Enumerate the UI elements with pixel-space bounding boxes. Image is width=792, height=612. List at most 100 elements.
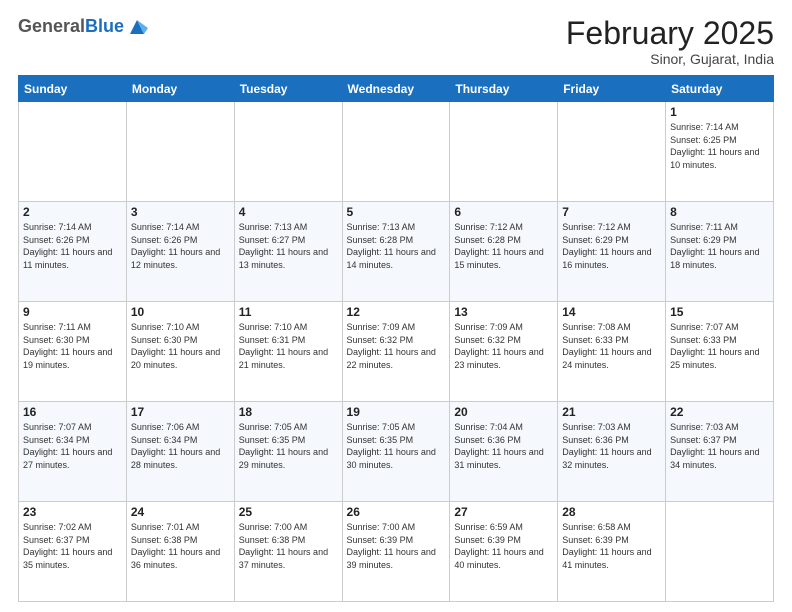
calendar-week-row: 16Sunrise: 7:07 AM Sunset: 6:34 PM Dayli…: [19, 402, 774, 502]
calendar-cell: 13 Sunrise: 7:09 AM Sunset: 6:32 PM Dayli…: [450, 302, 558, 402]
day-number: 6: [454, 205, 553, 219]
calendar-cell: 4 Sunrise: 7:13 AM Sunset: 6:27 PM Daylig…: [234, 202, 342, 302]
day-header-friday: Friday: [558, 76, 666, 102]
day-info: Sunrise: 7:09 AM Sunset: 6:32 PM Dayligh…: [347, 321, 446, 371]
day-info: Sunrise: 6:59 AM Sunset: 6:39 PM Dayligh…: [454, 521, 553, 571]
calendar-cell: 3Sunrise: 7:14 AM Sunset: 6:26 PM Daylig…: [126, 202, 234, 302]
day-number: 15: [670, 305, 769, 319]
calendar-cell: 19Sunrise: 7:05 AM Sunset: 6:35 PM Dayli…: [342, 402, 450, 502]
day-info: Sunrise: 7:08 AM Sunset: 6:33 PM Dayligh…: [562, 321, 661, 371]
day-info: Sunrise: 7:02 AM Sunset: 6:37 PM Dayligh…: [23, 521, 122, 571]
subtitle: Sinor, Gujarat, India: [566, 51, 774, 67]
calendar-cell: 17 Sunrise: 7:06 AM Sunset: 6:34 PM Dayli…: [126, 402, 234, 502]
calendar-cell: 7 Sunrise: 7:12 AM Sunset: 6:29 PM Daylig…: [558, 202, 666, 302]
calendar-cell: [126, 102, 234, 202]
calendar-cell: 24 Sunrise: 7:01 AM Sunset: 6:38 PM Dayli…: [126, 502, 234, 602]
logo-general: General: [18, 16, 85, 36]
day-number: 8: [670, 205, 769, 219]
calendar-cell: 2 Sunrise: 7:14 AM Sunset: 6:26 PM Daylig…: [19, 202, 127, 302]
day-number: 2: [23, 205, 122, 219]
month-title: February 2025: [566, 16, 774, 51]
calendar-header-row: SundayMondayTuesdayWednesdayThursdayFrid…: [19, 76, 774, 102]
day-header-thursday: Thursday: [450, 76, 558, 102]
calendar-cell: 8Sunrise: 7:11 AM Sunset: 6:29 PM Daylig…: [666, 202, 774, 302]
day-info: Sunrise: 7:03 AM Sunset: 6:37 PM Dayligh…: [670, 421, 769, 471]
day-number: 26: [347, 505, 446, 519]
day-number: 22: [670, 405, 769, 419]
day-info: Sunrise: 7:01 AM Sunset: 6:38 PM Dayligh…: [131, 521, 230, 571]
day-info: Sunrise: 6:58 AM Sunset: 6:39 PM Dayligh…: [562, 521, 661, 571]
header: GeneralBlue February 2025 Sinor, Gujarat…: [18, 16, 774, 67]
calendar-week-row: 9 Sunrise: 7:11 AM Sunset: 6:30 PM Daylig…: [19, 302, 774, 402]
calendar-cell: 27Sunrise: 6:59 AM Sunset: 6:39 PM Dayli…: [450, 502, 558, 602]
calendar-cell: 10 Sunrise: 7:10 AM Sunset: 6:30 PM Dayli…: [126, 302, 234, 402]
calendar-cell: 1 Sunrise: 7:14 AM Sunset: 6:25 PM Daylig…: [666, 102, 774, 202]
calendar-table: SundayMondayTuesdayWednesdayThursdayFrid…: [18, 75, 774, 602]
day-number: 20: [454, 405, 553, 419]
day-number: 10: [131, 305, 230, 319]
day-number: 5: [347, 205, 446, 219]
calendar-cell: 5 Sunrise: 7:13 AM Sunset: 6:28 PM Daylig…: [342, 202, 450, 302]
day-number: 14: [562, 305, 661, 319]
calendar-cell: 11 Sunrise: 7:10 AM Sunset: 6:31 PM Dayli…: [234, 302, 342, 402]
day-number: 11: [239, 305, 338, 319]
day-number: 1: [670, 105, 769, 119]
day-info: Sunrise: 7:09 AM Sunset: 6:32 PM Dayligh…: [454, 321, 553, 371]
day-number: 12: [347, 305, 446, 319]
calendar-cell: [558, 102, 666, 202]
calendar-cell: 16Sunrise: 7:07 AM Sunset: 6:34 PM Dayli…: [19, 402, 127, 502]
logo-icon: [126, 16, 148, 38]
day-number: 4: [239, 205, 338, 219]
calendar-cell: 9 Sunrise: 7:11 AM Sunset: 6:30 PM Daylig…: [19, 302, 127, 402]
day-info: Sunrise: 7:14 AM Sunset: 6:25 PM Dayligh…: [670, 121, 769, 171]
day-info: Sunrise: 7:12 AM Sunset: 6:28 PM Dayligh…: [454, 221, 553, 271]
calendar-cell: 22 Sunrise: 7:03 AM Sunset: 6:37 PM Dayli…: [666, 402, 774, 502]
calendar-cell: 23 Sunrise: 7:02 AM Sunset: 6:37 PM Dayli…: [19, 502, 127, 602]
day-number: 21: [562, 405, 661, 419]
day-header-tuesday: Tuesday: [234, 76, 342, 102]
day-info: Sunrise: 7:14 AM Sunset: 6:26 PM Dayligh…: [23, 221, 122, 271]
calendar-cell: [666, 502, 774, 602]
day-info: Sunrise: 7:00 AM Sunset: 6:39 PM Dayligh…: [347, 521, 446, 571]
calendar-cell: 18Sunrise: 7:05 AM Sunset: 6:35 PM Dayli…: [234, 402, 342, 502]
day-info: Sunrise: 7:12 AM Sunset: 6:29 PM Dayligh…: [562, 221, 661, 271]
day-number: 9: [23, 305, 122, 319]
day-header-wednesday: Wednesday: [342, 76, 450, 102]
calendar-week-row: 1 Sunrise: 7:14 AM Sunset: 6:25 PM Daylig…: [19, 102, 774, 202]
calendar-cell: [342, 102, 450, 202]
day-info: Sunrise: 7:06 AM Sunset: 6:34 PM Dayligh…: [131, 421, 230, 471]
day-number: 23: [23, 505, 122, 519]
calendar-cell: [234, 102, 342, 202]
day-number: 17: [131, 405, 230, 419]
day-info: Sunrise: 7:13 AM Sunset: 6:28 PM Dayligh…: [347, 221, 446, 271]
day-number: 25: [239, 505, 338, 519]
day-header-sunday: Sunday: [19, 76, 127, 102]
day-number: 7: [562, 205, 661, 219]
day-info: Sunrise: 7:00 AM Sunset: 6:38 PM Dayligh…: [239, 521, 338, 571]
logo-blue: Blue: [85, 16, 124, 36]
day-number: 3: [131, 205, 230, 219]
day-header-saturday: Saturday: [666, 76, 774, 102]
calendar-week-row: 2 Sunrise: 7:14 AM Sunset: 6:26 PM Daylig…: [19, 202, 774, 302]
day-number: 24: [131, 505, 230, 519]
day-info: Sunrise: 7:03 AM Sunset: 6:36 PM Dayligh…: [562, 421, 661, 471]
calendar-cell: 12 Sunrise: 7:09 AM Sunset: 6:32 PM Dayli…: [342, 302, 450, 402]
day-info: Sunrise: 7:07 AM Sunset: 6:34 PM Dayligh…: [23, 421, 122, 471]
day-info: Sunrise: 7:05 AM Sunset: 6:35 PM Dayligh…: [347, 421, 446, 471]
calendar-cell: [450, 102, 558, 202]
calendar-cell: 6 Sunrise: 7:12 AM Sunset: 6:28 PM Daylig…: [450, 202, 558, 302]
calendar-cell: 21 Sunrise: 7:03 AM Sunset: 6:36 PM Dayli…: [558, 402, 666, 502]
day-info: Sunrise: 7:13 AM Sunset: 6:27 PM Dayligh…: [239, 221, 338, 271]
day-info: Sunrise: 7:11 AM Sunset: 6:30 PM Dayligh…: [23, 321, 122, 371]
day-info: Sunrise: 7:04 AM Sunset: 6:36 PM Dayligh…: [454, 421, 553, 471]
day-info: Sunrise: 7:10 AM Sunset: 6:31 PM Dayligh…: [239, 321, 338, 371]
day-number: 18: [239, 405, 338, 419]
calendar-cell: 25 Sunrise: 7:00 AM Sunset: 6:38 PM Dayli…: [234, 502, 342, 602]
day-number: 13: [454, 305, 553, 319]
calendar-cell: [19, 102, 127, 202]
day-info: Sunrise: 7:10 AM Sunset: 6:30 PM Dayligh…: [131, 321, 230, 371]
day-header-monday: Monday: [126, 76, 234, 102]
calendar-cell: 20 Sunrise: 7:04 AM Sunset: 6:36 PM Dayli…: [450, 402, 558, 502]
day-number: 28: [562, 505, 661, 519]
calendar-cell: 15Sunrise: 7:07 AM Sunset: 6:33 PM Dayli…: [666, 302, 774, 402]
